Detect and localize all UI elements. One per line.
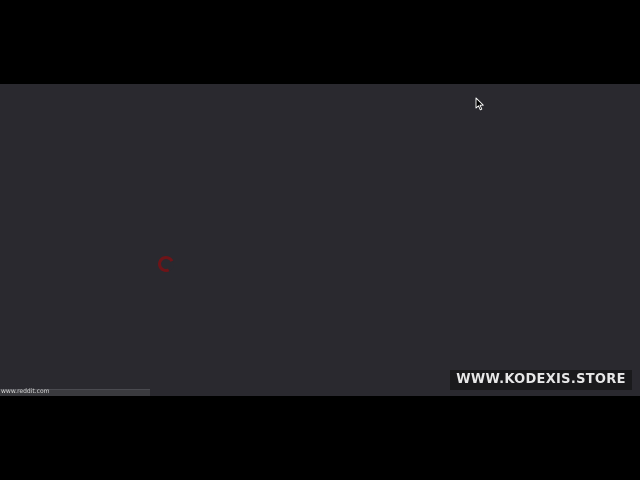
browser-viewport[interactable]: www.reddit.com WWW.KODEXIS.STORE (0, 84, 640, 396)
watermark: WWW.KODEXIS.STORE (450, 370, 632, 390)
letterbox-top (0, 0, 640, 84)
link-status-bar: www.reddit.com (0, 388, 150, 396)
status-url: www.reddit.com (1, 388, 50, 395)
loading-spinner-icon (155, 253, 177, 275)
letterbox-bottom (0, 396, 640, 480)
mouse-pointer-icon (475, 97, 484, 111)
